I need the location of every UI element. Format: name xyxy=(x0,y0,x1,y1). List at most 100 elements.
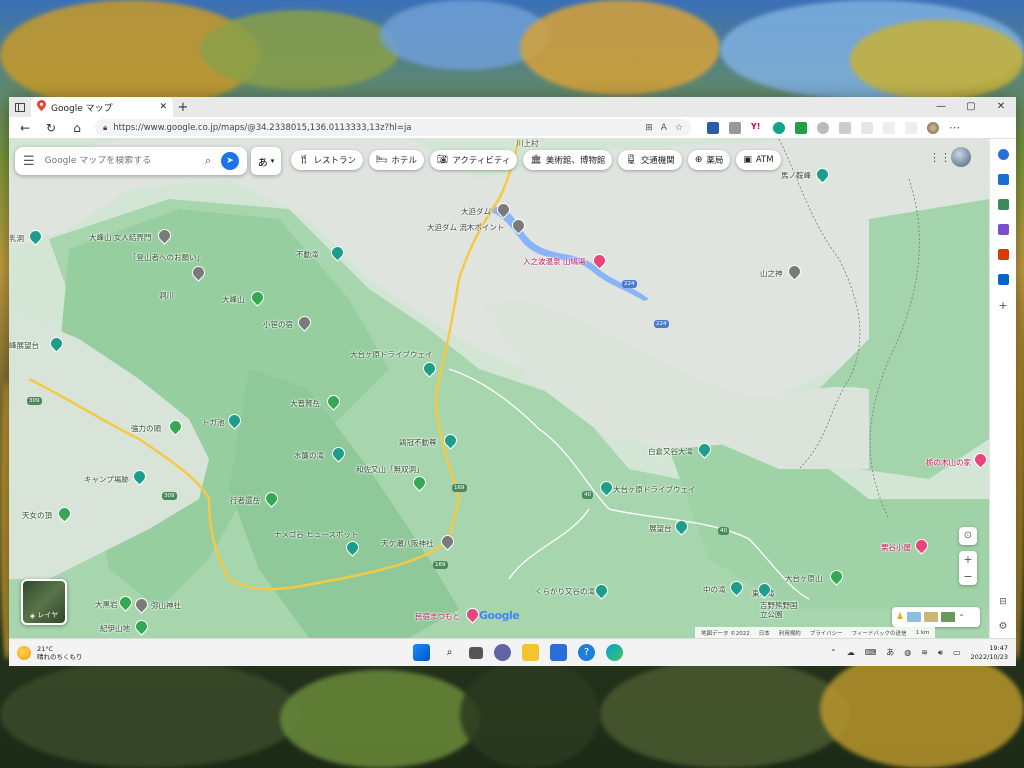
file-explorer-icon[interactable] xyxy=(522,644,539,661)
refresh-button[interactable]: ↻ xyxy=(39,121,63,135)
pegman-icon[interactable]: ♟ xyxy=(896,612,904,622)
place-tochinoki[interactable]: 栃の木山の家 xyxy=(926,457,971,468)
extension-6-icon[interactable] xyxy=(817,121,829,134)
place-tengase[interactable]: 天ケ瀬八阪神社 xyxy=(381,538,434,549)
place-kuragari[interactable]: くらがり又谷の滝 xyxy=(535,586,595,597)
ime-dropdown-icon[interactable]: ▾ xyxy=(271,157,275,165)
extension-4-icon[interactable] xyxy=(773,121,785,134)
edge-browser-icon[interactable] xyxy=(606,644,623,661)
place-nyudo[interactable]: 乳洞 xyxy=(9,233,24,244)
app-available-icon[interactable]: ⊞ xyxy=(645,123,653,133)
account-avatar[interactable] xyxy=(951,147,971,167)
place-goyaku[interactable]: 強力の頭 xyxy=(131,423,161,434)
place-toga[interactable]: トガ池 xyxy=(202,417,225,428)
favorite-add-icon[interactable]: ☆ xyxy=(675,123,683,133)
chip-museum[interactable]: 🏛︎ 美術館、博物館 xyxy=(523,150,613,170)
favorites-icon[interactable] xyxy=(883,121,895,134)
search-icon[interactable]: ⌕ xyxy=(205,154,211,168)
place-osugi-drive[interactable]: 大台ヶ原ドライブウェイ xyxy=(350,349,433,360)
place-irinohara[interactable]: 入之波温泉 山鳩湯 xyxy=(523,256,585,267)
tray-chevron-icon[interactable]: ⌃ xyxy=(830,648,837,657)
maximize-button[interactable]: ▢ xyxy=(956,97,986,117)
place-gyoja[interactable]: 行者還岳 xyxy=(230,495,260,506)
tab-actions-icon[interactable] xyxy=(9,97,31,117)
extensions-puzzle-icon[interactable] xyxy=(861,121,873,134)
yahoo-icon[interactable]: Y! xyxy=(751,121,763,134)
start-windows-icon[interactable] xyxy=(413,644,430,661)
extension-2-icon[interactable] xyxy=(729,121,741,134)
teams-chat-icon[interactable] xyxy=(494,644,511,661)
place-ofugen[interactable]: 大普賢岳 xyxy=(290,398,320,409)
zoom-out-button[interactable]: − xyxy=(963,568,972,585)
sidebar-settings-icon[interactable]: ⚙ xyxy=(999,621,1008,632)
battery-icon[interactable]: ▭ xyxy=(953,648,961,657)
sidebar-office-icon[interactable] xyxy=(997,249,1009,260)
place-gorogawa[interactable]: 洞川 xyxy=(159,290,174,301)
place-yoshino[interactable]: 吉野熊野国立公園 xyxy=(760,601,800,619)
sidebar-games-icon[interactable] xyxy=(997,224,1009,235)
minimize-button[interactable]: — xyxy=(926,97,956,117)
wifi-icon[interactable]: ≋ xyxy=(921,648,928,657)
place-kawakami[interactable]: 川上村 xyxy=(516,139,539,149)
volume-icon[interactable]: 🔊︎ xyxy=(938,648,943,658)
zoom-in-button[interactable]: + xyxy=(963,551,972,568)
close-window-button[interactable]: ✕ xyxy=(986,97,1016,117)
place-wasa[interactable]: 和佐又山「無双洞」 xyxy=(356,464,424,475)
place-yamanokami[interactable]: 山之神 xyxy=(760,268,783,279)
sidebar-tools-icon[interactable] xyxy=(997,199,1009,210)
footer-scale[interactable]: 1 km xyxy=(916,630,930,636)
map-canvas[interactable]: 川上村 大迫ダム 大迫ダム 流木ポイント 入之波温泉 山鳩湯 馬ノ鞍峰 山之神 … xyxy=(9,139,989,638)
chip-activity[interactable]: 📷︎ アクティビティ xyxy=(429,150,518,170)
sidebar-search-icon[interactable] xyxy=(997,149,1009,160)
place-odai-drive2[interactable]: 大台ヶ原ドライブウェイ xyxy=(613,484,696,495)
tab-google-maps[interactable]: Google マップ ✕ xyxy=(31,97,173,117)
place-omine-nyonin[interactable]: 大峰山 女人結界門 xyxy=(89,232,151,243)
chip-atm[interactable]: ▣ ATM xyxy=(736,150,781,170)
imagery-thumb-2[interactable] xyxy=(924,612,939,622)
collections-icon[interactable] xyxy=(905,121,917,134)
place-nakanotaki[interactable]: 中の滝 xyxy=(703,584,726,595)
sidebar-add-icon[interactable]: + xyxy=(998,299,1007,312)
my-location-button[interactable]: ⊙ xyxy=(959,527,977,545)
onedrive-icon[interactable]: ☁ xyxy=(847,648,855,657)
place-misen[interactable]: 弥山神社 xyxy=(151,600,181,611)
sidebar-hide-icon[interactable]: ⊟ xyxy=(999,597,1007,607)
place-kuri[interactable]: 栗谷小屋 xyxy=(881,542,911,553)
sidebar-outlook-icon[interactable] xyxy=(997,274,1009,285)
place-tenbodai[interactable]: 展望台 xyxy=(649,523,672,534)
ime-tray-label[interactable]: あ xyxy=(886,647,894,658)
store-icon[interactable] xyxy=(550,644,567,661)
place-oosako-dam[interactable]: 大迫ダム xyxy=(461,206,491,217)
profile-avatar[interactable] xyxy=(927,121,939,134)
footer-feedback[interactable]: フィードバックの送信 xyxy=(852,629,907,637)
extension-5-icon[interactable] xyxy=(795,121,807,134)
clock[interactable]: 19:47 2022/10/23 xyxy=(971,644,1008,662)
place-odaigahara[interactable]: 大台ヶ原山 xyxy=(785,573,823,584)
chip-pharmacy[interactable]: ⊕ 薬局 xyxy=(687,150,731,170)
place-shiroko[interactable]: 白倉又谷大滝 xyxy=(648,446,693,457)
chip-restaurant[interactable]: 🍴︎ レストラン xyxy=(291,150,363,170)
place-minshuku[interactable]: 民宿まつもと xyxy=(415,611,460,622)
place-fudo[interactable]: 不動滝 xyxy=(296,249,319,260)
task-view-icon[interactable] xyxy=(469,646,483,659)
place-tozan[interactable]: 「登山者へのお願い」 xyxy=(129,252,204,263)
imagery-thumb-3[interactable] xyxy=(941,612,956,622)
extension-1-icon[interactable] xyxy=(707,121,719,134)
footer-region[interactable]: 日本 xyxy=(759,629,770,637)
place-nameko[interactable]: ナメゴ谷 ヒュースポット xyxy=(274,529,359,540)
map-search-input[interactable] xyxy=(44,156,195,166)
read-aloud-icon[interactable]: A xyxy=(661,123,667,133)
keyboard-icon[interactable]: ⌨ xyxy=(865,648,877,657)
imagery-thumb-1[interactable] xyxy=(907,612,922,622)
footer-privacy[interactable]: プライバシー xyxy=(810,629,843,637)
taskbar-search-icon[interactable]: ⌕ xyxy=(441,644,458,661)
ime-mode-toggle[interactable]: あ ▾ xyxy=(251,147,281,175)
home-button[interactable]: ⌂ xyxy=(65,121,89,135)
place-omine[interactable]: 大峰山 xyxy=(222,294,245,305)
sidebar-shopping-icon[interactable] xyxy=(997,174,1009,185)
layers-button[interactable]: ◈ レイヤ xyxy=(21,579,67,625)
chip-hotel[interactable]: 🛏︎ ホテル xyxy=(368,150,424,170)
place-ryuzai[interactable]: 鶏冠不動尊 xyxy=(399,437,437,448)
directions-button[interactable]: ➤ xyxy=(221,152,239,170)
back-button[interactable]: ← xyxy=(13,121,37,135)
